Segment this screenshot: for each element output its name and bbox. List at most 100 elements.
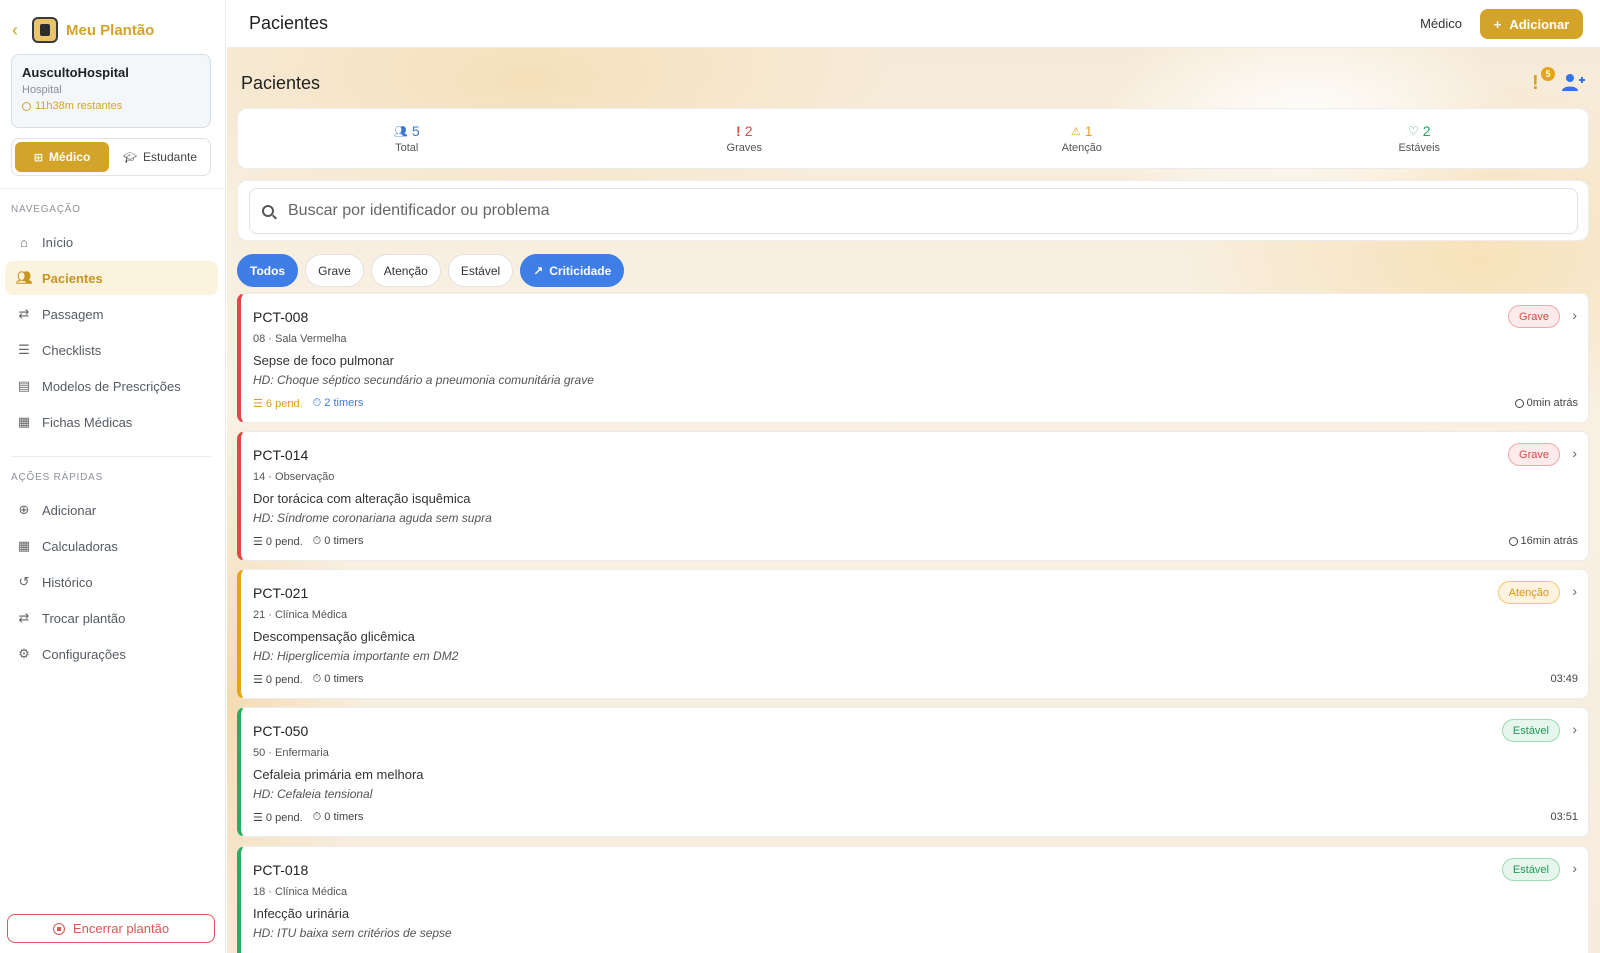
users-icon: 👥︎ xyxy=(393,125,408,138)
timer-icon: ⏱︎ xyxy=(312,811,325,823)
pending-count: ☰ 0 pend. xyxy=(253,673,303,686)
chevron-right-icon: › xyxy=(1572,307,1577,323)
patient-meta: ☰ 0 pend. ⏱︎ 0 timers xyxy=(253,673,363,686)
patient-meta: ☰ 0 pend. ⏱︎ 0 timers xyxy=(253,535,363,548)
top-bar: Pacientes Médico + Adicionar xyxy=(227,0,1600,48)
stop-circle-icon xyxy=(52,922,65,935)
status-badge: Estável xyxy=(1501,719,1560,742)
add-patient-icon[interactable] xyxy=(1561,72,1587,94)
patient-card[interactable]: PCT-021 21 · Clínica Médica Descompensaç… xyxy=(237,569,1589,699)
filter-todos[interactable]: Todos xyxy=(237,254,299,287)
exclamation-icon: ! xyxy=(736,123,741,139)
plus-icon: + xyxy=(1493,16,1502,32)
sidebar-item-label: Checklists xyxy=(42,342,102,358)
quick-section-label: AÇÕES RÁPIDAS xyxy=(11,472,104,483)
sidebar-item-configuracoes[interactable]: ⚙ Configurações xyxy=(5,637,218,671)
chevron-right-icon: › xyxy=(1572,445,1577,461)
alert-count-badge: 5 xyxy=(1541,67,1555,81)
app-logo-icon xyxy=(32,17,58,43)
role-estudante-button[interactable]: 🎓︎ Estudante xyxy=(113,142,207,172)
add-user-icon xyxy=(1562,74,1585,91)
patient-card[interactable]: PCT-008 08 · Sala Vermelha Sepse de foco… xyxy=(237,293,1589,423)
swap-icon: ⇄ xyxy=(18,610,30,625)
patient-meta: ☰ 0 pend. ⏱︎ 0 timers xyxy=(253,811,363,824)
pending-text: 0 pend. xyxy=(265,812,303,824)
clock-icon xyxy=(1514,398,1524,408)
add-button[interactable]: + Adicionar xyxy=(1480,9,1583,39)
search-box[interactable] xyxy=(249,188,1578,234)
patient-card[interactable]: PCT-050 50 · Enfermaria Cefaleia primári… xyxy=(237,707,1589,837)
stat-atencao: ⚠︎ 1 Atenção xyxy=(913,109,1251,168)
status-badge: Grave xyxy=(1508,305,1560,328)
time-text: 16min atrás xyxy=(1520,535,1578,547)
chip-label: Todos xyxy=(250,263,286,278)
alerts-button[interactable]: ! 5 xyxy=(1530,67,1555,96)
stat-estaveis: ♡ 2 Estáveis xyxy=(1251,109,1589,168)
patient-card[interactable]: PCT-018 18 · Clínica Médica Infecção uri… xyxy=(237,846,1589,953)
stats-card: 👥︎ 5 Total ! 2 Graves ⚠︎ 1 Atenção ♡ 2 Estáv… xyxy=(237,108,1589,169)
home-icon: ⌂ xyxy=(20,234,28,250)
sidebar-item-passagem[interactable]: ⇄ Passagem xyxy=(5,297,218,331)
stat-label: Total xyxy=(395,142,419,154)
chip-label: Criticidade xyxy=(549,263,612,278)
time-text: 03:49 xyxy=(1550,673,1578,685)
stat-label: Atenção xyxy=(1061,142,1102,154)
pending-text: 0 pend. xyxy=(265,674,303,686)
stat-label: Estáveis xyxy=(1398,142,1441,154)
filter-estavel[interactable]: Estável xyxy=(447,254,514,287)
sidebar-item-fichas-medicas[interactable]: ▦ Fichas Médicas xyxy=(5,405,218,439)
sidebar-item-pacientes[interactable]: 👥︎ Pacientes xyxy=(5,261,218,295)
sidebar-item-trocar-plantao[interactable]: ⇄ Trocar plantão xyxy=(5,601,218,635)
current-role: Médico xyxy=(1420,16,1462,31)
pending-text: 0 pend. xyxy=(265,536,303,548)
back-chevron-icon[interactable]: ‹ xyxy=(12,20,24,41)
patient-problem: Sepse de foco pulmonar xyxy=(253,353,394,368)
sidebar-item-adicionar[interactable]: ⊕ Adicionar xyxy=(5,493,218,527)
warning-triangle-icon: ⚠︎ xyxy=(1070,125,1081,138)
time-text: 0min atrás xyxy=(1526,397,1578,409)
timers-text: 0 timers xyxy=(324,811,364,823)
search-input[interactable] xyxy=(288,202,1488,220)
filter-chips: Todos Grave Atenção Estável ↗ Criticidad… xyxy=(237,254,625,287)
sidebar-item-checklists[interactable]: ☰ Checklists xyxy=(5,333,218,367)
pending-count: ☰ 6 pend. xyxy=(253,397,303,410)
chip-label: Grave xyxy=(318,263,351,278)
patient-card[interactable]: PCT-014 14 · Observação Dor torácica com… xyxy=(237,431,1589,561)
sidebar-item-historico[interactable]: ↺ Histórico xyxy=(5,565,218,599)
chevron-right-icon: › xyxy=(1572,860,1577,876)
checklist-icon: ☰ xyxy=(253,674,266,686)
exclamation-icon: ! xyxy=(1532,72,1539,94)
sidebar-item-label: Passagem xyxy=(42,306,104,322)
patient-problem: Cefaleia primária em melhora xyxy=(253,767,424,782)
sidebar-item-modelos-prescricoes[interactable]: ▤ Modelos de Prescrições xyxy=(5,369,218,403)
filter-atencao[interactable]: Atenção xyxy=(370,254,441,287)
patient-problem: Infecção urinária xyxy=(253,906,350,921)
hospital-card[interactable]: AuscultoHospital Hospital 11h38m restant… xyxy=(11,54,211,128)
sidebar-item-label: Trocar plantão xyxy=(42,610,126,626)
role-medico-button[interactable]: ⊞ Médico xyxy=(15,142,109,172)
sidebar-item-label: Configurações xyxy=(42,646,126,662)
timers-count: ⏱︎ 0 timers xyxy=(313,535,364,548)
timer-icon: ⏱︎ xyxy=(312,535,325,547)
divider xyxy=(0,188,226,189)
filter-grave[interactable]: Grave xyxy=(305,254,364,287)
sidebar-item-calculadoras[interactable]: ▦ Calculadoras xyxy=(5,529,218,563)
document-icon: ▤ xyxy=(17,378,31,393)
brand: ‹ Meu Plantão xyxy=(12,16,154,44)
sort-criticidade[interactable]: ↗ Criticidade xyxy=(520,254,625,287)
medical-plus-icon: ⊞ xyxy=(33,151,43,164)
end-shift-button[interactable]: Encerrar plantão xyxy=(7,914,215,943)
shift-remaining: 11h38m restantes xyxy=(22,100,200,112)
stat-value: 2 xyxy=(744,123,753,139)
trend-icon: ↗ xyxy=(533,263,544,278)
sidebar-item-inicio[interactable]: ⌂ Início xyxy=(5,225,218,259)
users-icon: 👥︎ xyxy=(16,270,33,285)
sidebar-item-label: Início xyxy=(42,234,74,250)
patient-hd: HD: ITU baixa sem critérios de sepse xyxy=(253,926,452,940)
stat-value: 2 xyxy=(1422,123,1431,139)
patient-hd: HD: Cefaleia tensional xyxy=(253,787,373,801)
checklist-icon: ☰ xyxy=(253,812,266,824)
swap-icon: ⇄ xyxy=(18,306,30,321)
patient-location: 21 · Clínica Médica xyxy=(253,609,348,621)
clock-icon xyxy=(1508,536,1518,546)
